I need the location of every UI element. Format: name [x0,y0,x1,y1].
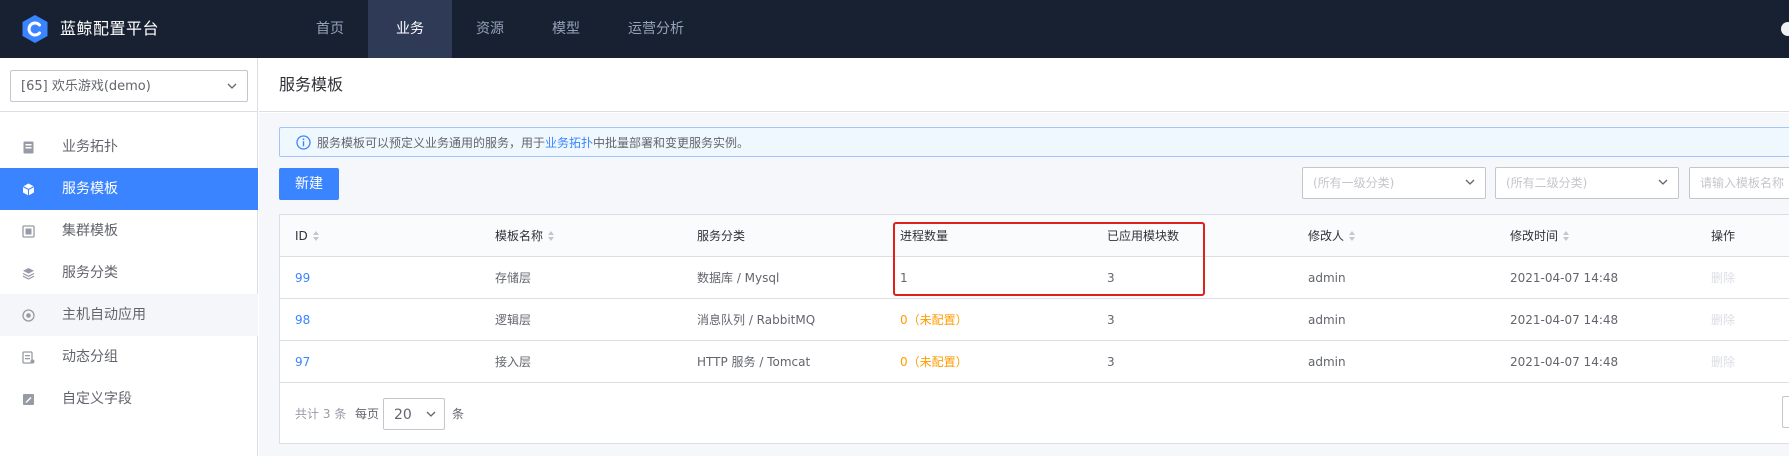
table-row[interactable]: 97 接入层 HTTP 服务 / Tomcat 0（未配置） 3 admin 2… [280,341,1789,383]
sidebar-item-label: 服务分类 [62,265,118,281]
template-name: 存储层 [495,271,532,285]
sort-icon[interactable] [312,230,320,242]
business-selector[interactable]: [65] 欢乐游戏(demo) [10,70,248,102]
sidebar-item-host-auto-apply[interactable]: 主机自动应用 [0,294,258,336]
column-header-action: 操作 [1711,229,1736,243]
sidebar-item-label: 服务模板 [62,181,118,197]
table-row[interactable]: 98 逻辑层 消息队列 / RabbitMQ 0（未配置） 3 admin 20… [280,299,1789,341]
nav-resource[interactable]: 资源 [452,0,528,58]
sidebar-item-label: 业务拓扑 [62,139,118,155]
info-alert: 服务模板可以预定义业务通用的服务，用于业务拓扑中批量部署和变更服务实例。 [279,127,1789,157]
process-count[interactable]: 0（未配置） [900,354,968,370]
modifier: admin [1308,355,1346,369]
template-id-link[interactable]: 97 [295,354,310,370]
first-category-placeholder: (所有一级分类) [1313,176,1395,190]
sidebar-item-label: 自定义字段 [62,391,132,407]
alert-text-before: 服务模板可以预定义业务通用的服务，用于 [317,136,546,150]
business-selector-value: [65] 欢乐游戏(demo) [21,79,151,94]
column-header-modifier[interactable]: 修改人 [1308,228,1356,244]
dynamic-group-icon [22,351,35,364]
top-nav: 首页 业务 资源 模型 运营分析 [292,0,708,58]
first-category-select[interactable]: (所有一级分类) [1302,167,1486,199]
alert-text: 服务模板可以预定义业务通用的服务，用于业务拓扑中批量部署和变更服务实例。 [317,135,749,151]
sidebar-menu: 业务拓扑 服务模板 集群模板 服务分类 主机自动应用 动态分组 自定义字段 [0,126,258,420]
service-category: 数据库 / Mysql [697,271,780,285]
chevron-down-icon [1465,179,1475,185]
modifier: admin [1308,271,1346,285]
pagination: 共计 3 条 每页 20 条 [280,383,1789,443]
sidebar-item-business-topology[interactable]: 业务拓扑 [0,126,258,168]
sidebar-item-label: 动态分组 [62,349,118,365]
column-header-id[interactable]: ID [295,228,320,244]
top-header: 蓝鲸配置平台 首页 业务 资源 模型 运营分析 [0,0,1789,58]
sort-icon[interactable] [1348,230,1356,242]
topology-icon [23,141,34,154]
modifier: admin [1308,313,1346,327]
delete-button[interactable]: 删除 [1711,354,1735,370]
column-header-modified-time[interactable]: 修改时间 [1510,228,1570,244]
sort-icon[interactable] [547,230,555,242]
sidebar-item-service-template[interactable]: 服务模板 [0,168,258,210]
app-title[interactable]: 蓝鲸配置平台 [60,19,159,39]
nav-operation-analysis[interactable]: 运营分析 [604,0,708,58]
page-number-button[interactable] [1782,396,1789,428]
service-category: HTTP 服务 / Tomcat [697,355,811,369]
search-placeholder: 请输入模板名称 [1700,176,1785,190]
sidebar-item-cluster-template[interactable]: 集群模板 [0,210,258,252]
highlight-annotation-box [893,222,1205,296]
nav-home[interactable]: 首页 [292,0,368,58]
delete-button[interactable]: 删除 [1711,270,1735,286]
modified-time: 2021-04-07 14:48 [1510,313,1619,327]
sidebar-item-label: 主机自动应用 [62,307,146,323]
per-page-value: 20 [394,407,412,423]
second-category-select[interactable]: (所有二级分类) [1495,167,1679,199]
delete-button[interactable]: 删除 [1711,312,1735,328]
column-header-template-name[interactable]: 模板名称 [495,228,555,244]
business-topology-link[interactable]: 业务拓扑 [545,136,593,150]
layers-icon [22,268,35,280]
service-category: 消息队列 / RabbitMQ [697,313,816,327]
sidebar-item-custom-field[interactable]: 自定义字段 [0,378,258,420]
template-name: 逻辑层 [495,313,532,327]
sidebar-divider [0,111,258,112]
nav-business[interactable]: 业务 [368,0,452,58]
new-template-button[interactable]: 新建 [279,168,339,200]
template-name: 接入层 [495,355,532,369]
module-count: 3 [1107,313,1115,327]
sidebar-item-dynamic-group[interactable]: 动态分组 [0,336,258,378]
user-avatar[interactable] [1781,22,1789,36]
modified-time: 2021-04-07 14:48 [1510,271,1619,285]
template-name-search-input[interactable]: 请输入模板名称 [1689,167,1789,199]
template-id-link[interactable]: 99 [295,270,310,286]
auto-apply-icon [22,309,35,322]
app-logo-icon[interactable] [20,14,50,44]
sidebar-item-label: 集群模板 [62,223,118,239]
sidebar: [65] 欢乐游戏(demo) 业务拓扑 服务模板 集群模板 服务分类 主机自动… [0,58,258,456]
sidebar-item-service-category[interactable]: 服务分类 [0,252,258,294]
chevron-down-icon [426,411,436,417]
cluster-icon [22,225,35,238]
modified-time: 2021-04-07 14:48 [1510,355,1619,369]
per-page-select[interactable]: 20 [383,398,445,430]
per-page-label: 每页 [355,407,380,421]
per-page-unit: 条 [452,407,465,421]
page-header: 服务模板 [259,58,1789,112]
sort-icon[interactable] [1562,230,1570,242]
info-icon [296,135,311,150]
template-id-link[interactable]: 98 [295,312,310,328]
chevron-down-icon [227,83,237,89]
chevron-down-icon [1658,179,1668,185]
alert-text-after: 中批量部署和变更服务实例。 [593,136,750,150]
page-title: 服务模板 [279,75,344,94]
module-count: 3 [1107,355,1115,369]
second-category-placeholder: (所有二级分类) [1506,176,1588,190]
cube-icon [22,183,35,196]
column-header-service-category: 服务分类 [697,229,746,243]
pagination-total: 共计 3 条 [295,407,347,421]
process-count[interactable]: 0（未配置） [900,312,968,328]
nav-model[interactable]: 模型 [528,0,604,58]
custom-field-icon [23,394,34,405]
